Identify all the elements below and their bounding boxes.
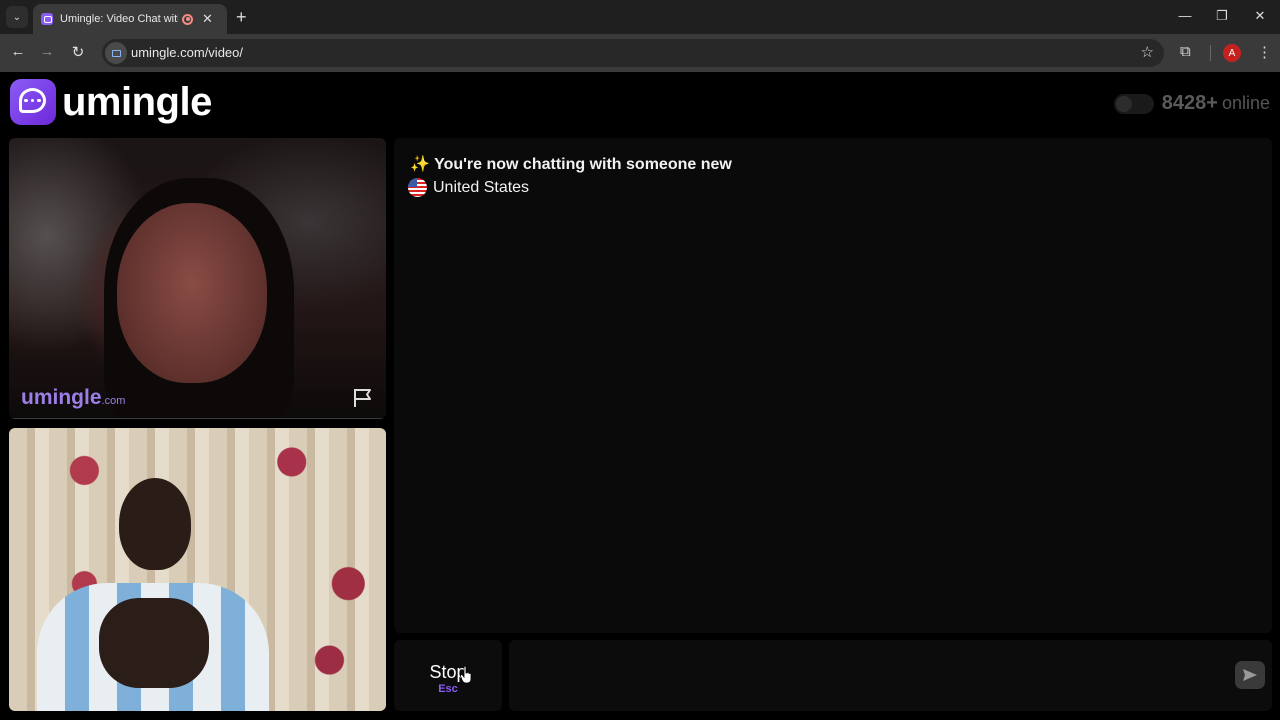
restore-window-button[interactable]: ❐ [1212,8,1232,24]
address-bar[interactable]: umingle.com/video/ ☆ [102,39,1164,67]
new-tab-button[interactable]: + [236,7,247,28]
chat-messages-panel: ✨ You're now chatting with someone new U… [394,138,1272,633]
stop-button-label: Stop [429,662,467,682]
chevron-down-icon: ⌄ [12,11,22,23]
send-button[interactable] [1235,661,1265,689]
us-flag-icon [408,178,427,197]
stranger-video: umingle.com [9,138,386,419]
self-video [9,428,386,711]
recording-indicator-icon [182,13,193,25]
back-button[interactable]: ← [8,43,28,60]
browser-tab[interactable]: Umingle: Video Chat with St ✕ [33,4,227,34]
umingle-logo[interactable]: umingle [10,79,212,125]
browser-menu-kebab-icon[interactable]: ⋮ [1257,43,1272,61]
browser-toolbar: ← → ↻ umingle.com/video/ ☆ [0,34,1280,72]
reload-button[interactable]: ↻ [68,43,88,61]
forward-button[interactable]: → [37,43,57,60]
logo-text: umingle [62,79,212,124]
sparkles-icon: ✨ [410,156,430,173]
message-input[interactable] [509,640,1272,711]
hand-cursor-icon [460,666,472,684]
minimize-window-button[interactable]: — [1175,8,1195,23]
bookmark-star-icon[interactable]: ☆ [1141,43,1154,61]
close-window-button[interactable]: ✕ [1250,8,1270,24]
online-count: 8428+ [1161,92,1218,114]
stop-shortcut-hint: Esc [438,683,458,695]
site-info-icon[interactable] [105,42,127,64]
browser-tab-bar: ⌄ Umingle: Video Chat with St ✕ + — ❐ ✕ [0,0,1280,34]
online-label: online [1221,93,1270,113]
send-arrow-icon [1243,669,1257,681]
online-toggle[interactable] [1113,93,1154,114]
tab-title: Umingle: Video Chat with St [60,13,178,25]
url-text[interactable]: umingle.com/video/ [131,45,243,60]
umingle-favicon-icon [41,13,53,25]
chat-status-message: ✨ You're now chatting with someone new [410,156,732,173]
profile-avatar[interactable]: A [1223,44,1241,62]
extensions-puzzle-icon[interactable]: ⧉ [1180,43,1191,60]
stranger-country: United States [408,178,529,197]
report-flag-icon[interactable] [352,388,374,408]
stop-button[interactable]: Stop Esc [394,640,502,711]
toolbar-divider [1210,45,1211,61]
stranger-video-watermark: umingle.com [21,386,126,409]
chat-bubble-logo-icon [10,79,56,125]
online-counter: 8428+ online [1113,92,1270,115]
close-tab-icon[interactable]: ✕ [202,11,213,27]
tab-search-button[interactable]: ⌄ [6,6,28,28]
